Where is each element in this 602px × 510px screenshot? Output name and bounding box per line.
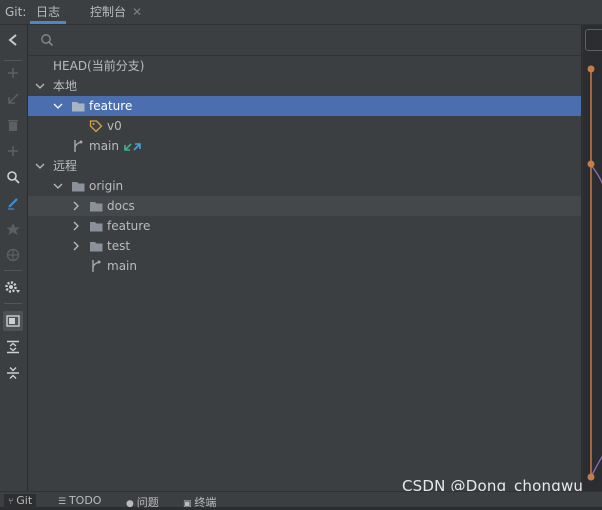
target-icon [6, 248, 20, 262]
tag-icon [89, 120, 103, 133]
search-button[interactable] [3, 167, 23, 187]
compare-button[interactable] [3, 141, 23, 161]
search-icon [41, 34, 54, 47]
tool-window-header: Git: 日志 控制台 ✕ [0, 0, 602, 25]
tree-row-remote-test[interactable]: test [28, 236, 581, 256]
remote-folder-label: feature [107, 219, 151, 233]
remote-main-label: main [107, 259, 137, 273]
tab-console-label: 控制台 [90, 5, 127, 19]
folder-icon [90, 242, 103, 252]
folder-group-icon [6, 315, 20, 327]
commit-node[interactable] [587, 160, 595, 168]
divider [4, 303, 22, 304]
problems-icon: ● [126, 499, 137, 509]
tree-row-remote[interactable]: 远程 [28, 156, 581, 176]
edit-button[interactable] [3, 193, 23, 213]
chevron-down-icon[interactable] [35, 81, 45, 91]
search-icon [7, 171, 20, 184]
local-folder-label: feature [89, 99, 133, 113]
chevron-right-icon[interactable] [71, 241, 81, 251]
local-label: 本地 [53, 79, 78, 93]
divider [4, 270, 22, 271]
branch-search-bar[interactable] [28, 25, 581, 56]
folder-icon [90, 202, 103, 212]
branches-panel: HEAD(当前分支) 本地 feature v0 main 远程 origin … [28, 25, 581, 491]
branch-icon [92, 260, 101, 272]
bottom-tab-terminal-label: 终端 [194, 496, 217, 509]
hide-branches-button[interactable] [3, 30, 23, 50]
folder-icon [72, 182, 85, 192]
tree-row-remote-main[interactable]: main [28, 256, 581, 276]
bottom-tool-bar: ⑂ Git ☰ TODO ● 问题 ▣ 终端 [0, 491, 602, 509]
bottom-tab-terminal[interactable]: ▣ 终端 [183, 494, 217, 509]
update-button[interactable] [3, 89, 23, 109]
tree-row-tag-v0[interactable]: v0 [28, 116, 581, 136]
new-branch-button[interactable] [3, 63, 23, 83]
delete-button[interactable] [3, 115, 23, 135]
tree-row-remote-feature[interactable]: feature [28, 216, 581, 236]
bottom-tab-todo[interactable]: ☰ TODO [58, 494, 101, 507]
chevron-right-icon[interactable] [71, 201, 81, 211]
tree-row-origin[interactable]: origin [28, 176, 581, 196]
bottom-tab-git-label: Git [16, 494, 33, 507]
commit-graph [587, 65, 602, 481]
arrow-down-left-icon [8, 93, 19, 104]
tree-row-local-feature[interactable]: feature [28, 96, 581, 116]
compare-icon [8, 146, 18, 156]
incoming-outgoing-icon [124, 143, 141, 151]
commit-node[interactable] [587, 65, 595, 73]
local-main-label: main [89, 139, 119, 153]
plus-icon [8, 68, 18, 78]
terminal-icon: ▣ [183, 499, 195, 509]
expand-all-button[interactable] [3, 337, 23, 357]
chevron-down-icon[interactable] [53, 181, 63, 191]
tree-row-local-main[interactable]: main [28, 136, 581, 156]
folder-icon [72, 102, 85, 112]
origin-label: origin [89, 179, 124, 193]
gear-icon [5, 281, 20, 293]
collapse-all-icon [7, 367, 19, 379]
divider [4, 60, 22, 61]
commit-node[interactable] [587, 473, 595, 481]
tree-row-head[interactable]: HEAD(当前分支) [28, 56, 581, 76]
bottom-tab-git[interactable]: ⑂ Git [4, 494, 37, 507]
star-icon [6, 223, 20, 235]
chevron-left-icon [8, 34, 17, 46]
head-label: HEAD(当前分支) [53, 59, 145, 73]
expand-all-icon [7, 340, 19, 354]
tag-label: v0 [107, 119, 122, 133]
tool-window-title: Git: [5, 5, 27, 19]
favorite-button[interactable] [3, 219, 23, 239]
chevron-down-icon[interactable] [35, 161, 45, 171]
bottom-tab-todo-label: TODO [68, 494, 102, 507]
tree-row-remote-docs[interactable]: docs [28, 196, 581, 216]
tab-console[interactable]: 控制台 ✕ [84, 0, 148, 24]
navigate-button[interactable] [3, 245, 23, 265]
pencil-icon [8, 198, 18, 210]
close-icon[interactable]: ✕ [132, 5, 142, 19]
tab-log[interactable]: 日志 [30, 0, 67, 24]
remote-folder-label: test [107, 239, 131, 253]
chevron-down-icon[interactable] [53, 101, 63, 111]
branch-icon [74, 140, 83, 152]
group-by-directory-button[interactable] [3, 311, 23, 331]
bottom-tab-problems[interactable]: ● 问题 [126, 494, 159, 509]
tab-log-label: 日志 [36, 5, 61, 19]
settings-button[interactable] [3, 277, 23, 297]
collapse-all-button[interactable] [3, 363, 23, 383]
bottom-tab-problems-label: 问题 [136, 496, 159, 509]
remote-folder-label: docs [107, 199, 135, 213]
branches-toolbar [0, 25, 28, 491]
chevron-right-icon[interactable] [71, 221, 81, 231]
folder-icon [90, 222, 103, 232]
commit-graph-strip [582, 25, 602, 491]
tree-row-local[interactable]: 本地 [28, 76, 581, 96]
trash-icon [8, 120, 18, 131]
remote-label: 远程 [53, 159, 78, 173]
